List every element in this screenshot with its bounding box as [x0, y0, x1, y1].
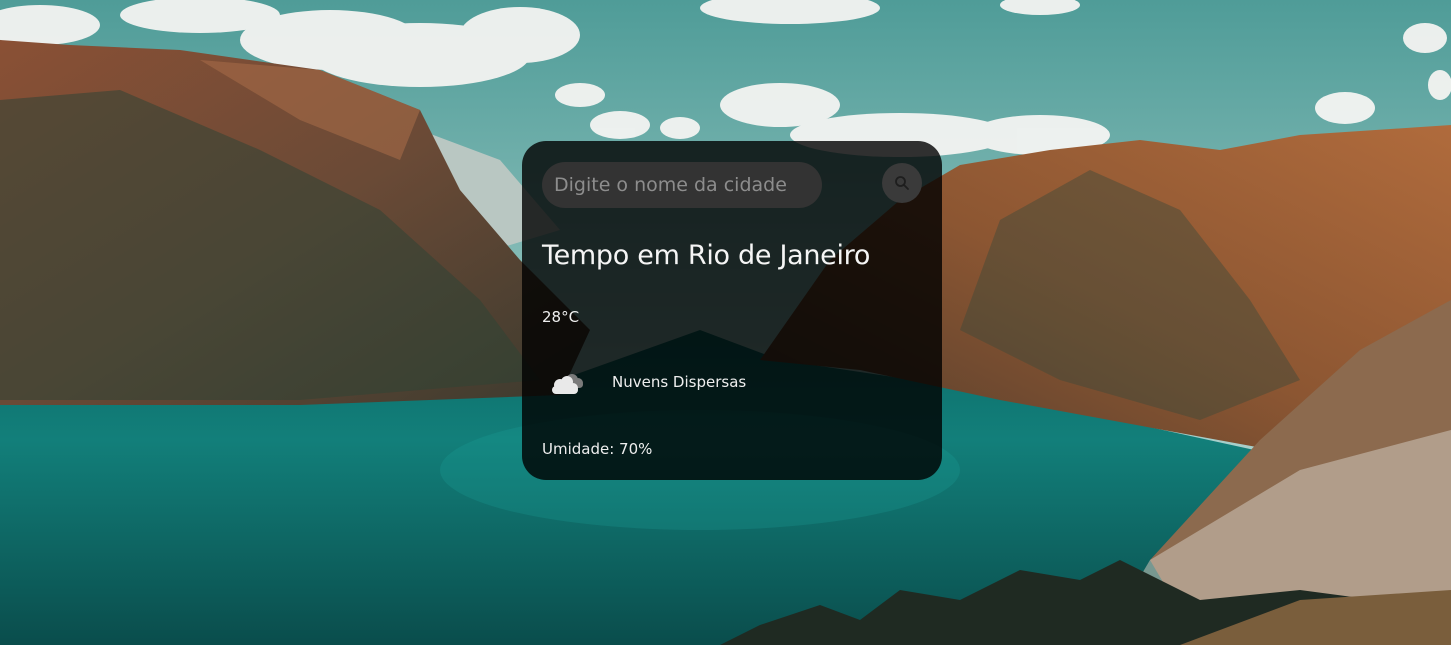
city-title: Tempo em Rio de Janeiro — [542, 240, 871, 271]
humidity-value: Umidade: 70% — [542, 440, 653, 458]
weather-card: Tempo em Rio de Janeiro 28°C Nuvens Disp… — [522, 141, 942, 480]
search-button[interactable] — [882, 163, 922, 203]
city-search-input[interactable] — [542, 162, 822, 208]
temperature-value: 28°C — [542, 308, 580, 326]
weather-condition: Nuvens Dispersas — [612, 373, 747, 391]
search-icon — [895, 176, 909, 190]
scattered-clouds-icon — [552, 374, 583, 394]
